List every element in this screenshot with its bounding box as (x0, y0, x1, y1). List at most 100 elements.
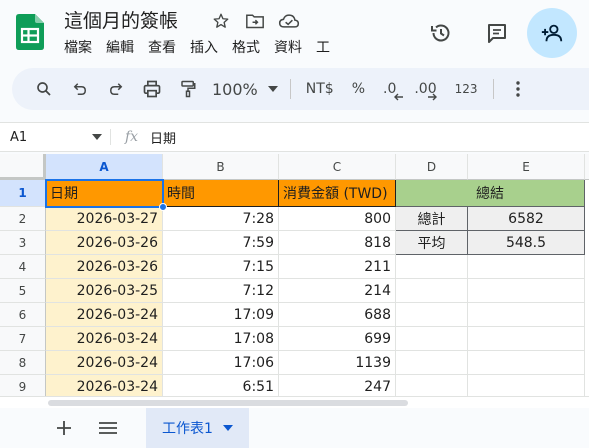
cell-e2[interactable]: 6582 (468, 207, 585, 231)
column-header-b[interactable]: B (163, 154, 279, 180)
cell-b9[interactable]: 6:51 (163, 375, 279, 396)
cell-c8[interactable]: 1139 (279, 351, 396, 375)
cell-b5[interactable]: 7:12 (163, 279, 279, 303)
menu-format[interactable]: 格式 (232, 37, 266, 57)
version-history-icon[interactable] (421, 13, 461, 53)
more-options-icon[interactable] (500, 74, 536, 104)
row-header-9[interactable]: 9 (0, 375, 46, 396)
cell-d2[interactable]: 總計 (396, 207, 468, 231)
undo-icon[interactable] (62, 74, 98, 104)
arrow-right-icon (428, 93, 438, 101)
cell-a1[interactable]: 日期 (46, 180, 163, 207)
chevron-down-icon[interactable] (222, 425, 233, 431)
cell-a9[interactable]: 2026-03-24 (46, 375, 163, 396)
cell-a4[interactable]: 2026-03-26 (46, 255, 163, 279)
cell-c6[interactable]: 688 (279, 303, 396, 327)
menu-edit[interactable]: 編輯 (106, 37, 140, 57)
cloud-saved-icon[interactable] (277, 9, 301, 33)
redo-icon[interactable] (98, 74, 134, 104)
cell-c2[interactable]: 800 (279, 207, 396, 231)
column-header-f[interactable] (585, 154, 589, 180)
row-header-4[interactable]: 4 (0, 255, 46, 279)
decrease-decimal-button[interactable]: .0 (374, 74, 405, 104)
comments-icon[interactable] (477, 13, 517, 53)
row-header-6[interactable]: 6 (0, 303, 46, 327)
fill-handle[interactable] (159, 203, 167, 211)
formula-input[interactable]: 日期 (140, 128, 176, 147)
cell-c5[interactable]: 214 (279, 279, 396, 303)
cell-a2[interactable]: 2026-03-27 (46, 207, 163, 231)
cell-e7[interactable] (468, 327, 585, 351)
cell-e3[interactable]: 548.5 (468, 231, 585, 255)
cell-d3[interactable]: 平均 (396, 231, 468, 255)
cell-e6[interactable] (468, 303, 585, 327)
cell-c7[interactable]: 699 (279, 327, 396, 351)
sheet-tab-active[interactable]: 工作表1 (146, 408, 249, 448)
cell-b7[interactable]: 17:08 (163, 327, 279, 351)
cell-c4[interactable]: 211 (279, 255, 396, 279)
column-header-e[interactable]: E (468, 154, 585, 180)
cell-e4[interactable] (468, 255, 585, 279)
all-sheets-menu-icon[interactable] (86, 408, 130, 448)
scrollbar-thumb[interactable] (48, 400, 408, 406)
cell-d8[interactable] (396, 351, 468, 375)
cell-b4[interactable]: 7:15 (163, 255, 279, 279)
cell-e9[interactable] (468, 375, 585, 396)
name-box[interactable]: A1 (0, 130, 110, 145)
row-header-5[interactable]: 5 (0, 279, 46, 303)
print-icon[interactable] (134, 74, 170, 104)
cell-d4[interactable] (396, 255, 468, 279)
cell-b3[interactable]: 7:59 (163, 231, 279, 255)
cell-d6[interactable] (396, 303, 468, 327)
horizontal-scrollbar[interactable] (0, 396, 589, 408)
select-all-corner[interactable] (0, 154, 46, 180)
star-icon[interactable] (209, 9, 233, 33)
menu-tools[interactable]: 工 (316, 37, 336, 57)
menu-data[interactable]: 資料 (274, 37, 308, 57)
cell-e8[interactable] (468, 351, 585, 375)
add-sheet-icon[interactable] (42, 408, 86, 448)
format-currency-button[interactable]: NT$ (297, 74, 343, 104)
sheets-logo-icon[interactable] (16, 14, 44, 50)
cell-a6[interactable]: 2026-03-24 (46, 303, 163, 327)
cell-d9[interactable] (396, 375, 468, 396)
cell-e5[interactable] (468, 279, 585, 303)
cell-b8[interactable]: 17:06 (163, 351, 279, 375)
format-percent-button[interactable]: % (343, 74, 374, 104)
cell-d7[interactable] (396, 327, 468, 351)
cell-c1[interactable]: 消費金額 (TWD) (279, 180, 396, 207)
formula-bar: A1 fx 日期 (0, 122, 589, 152)
cell-a3[interactable]: 2026-03-26 (46, 231, 163, 255)
more-formats-button[interactable]: 123 (446, 74, 487, 104)
cell-a8[interactable]: 2026-03-24 (46, 351, 163, 375)
move-folder-icon[interactable] (243, 9, 267, 33)
menu-file[interactable]: 檔案 (64, 37, 98, 57)
cell-c3[interactable]: 818 (279, 231, 396, 255)
cell-b6[interactable]: 17:09 (163, 303, 279, 327)
row-header-2[interactable]: 2 (0, 207, 46, 231)
row-header-8[interactable]: 8 (0, 351, 46, 375)
cell-b2[interactable]: 7:28 (163, 207, 279, 231)
column-header-a[interactable]: A (46, 154, 163, 180)
cell-d5[interactable] (396, 279, 468, 303)
share-button[interactable] (527, 8, 577, 58)
menu-view[interactable]: 查看 (148, 37, 182, 57)
cell-c9[interactable]: 247 (279, 375, 396, 396)
column-header-d[interactable]: D (396, 154, 468, 180)
menu-insert[interactable]: 插入 (190, 37, 224, 57)
row-header-3[interactable]: 3 (0, 231, 46, 255)
fx-icon: fx (110, 129, 140, 145)
search-menus-icon[interactable] (26, 74, 62, 104)
increase-decimal-button[interactable]: .00 (405, 74, 445, 104)
row-header-1[interactable]: 1 (0, 180, 46, 207)
cell-d1-summary-title[interactable]: 總結 (396, 180, 585, 207)
zoom-select[interactable]: 100% (206, 80, 284, 99)
document-title[interactable]: 這個月的簽帳 (64, 6, 178, 33)
spreadsheet-grid[interactable]: A B C D E 1 2 3 4 5 6 7 8 9 日期 時間 消費金額 (… (0, 154, 589, 396)
cell-a5[interactable]: 2026-03-25 (46, 279, 163, 303)
row-header-7[interactable]: 7 (0, 327, 46, 351)
column-header-c[interactable]: C (279, 154, 396, 180)
paint-format-icon[interactable] (170, 74, 206, 104)
cell-b1[interactable]: 時間 (163, 180, 279, 207)
cell-a7[interactable]: 2026-03-24 (46, 327, 163, 351)
